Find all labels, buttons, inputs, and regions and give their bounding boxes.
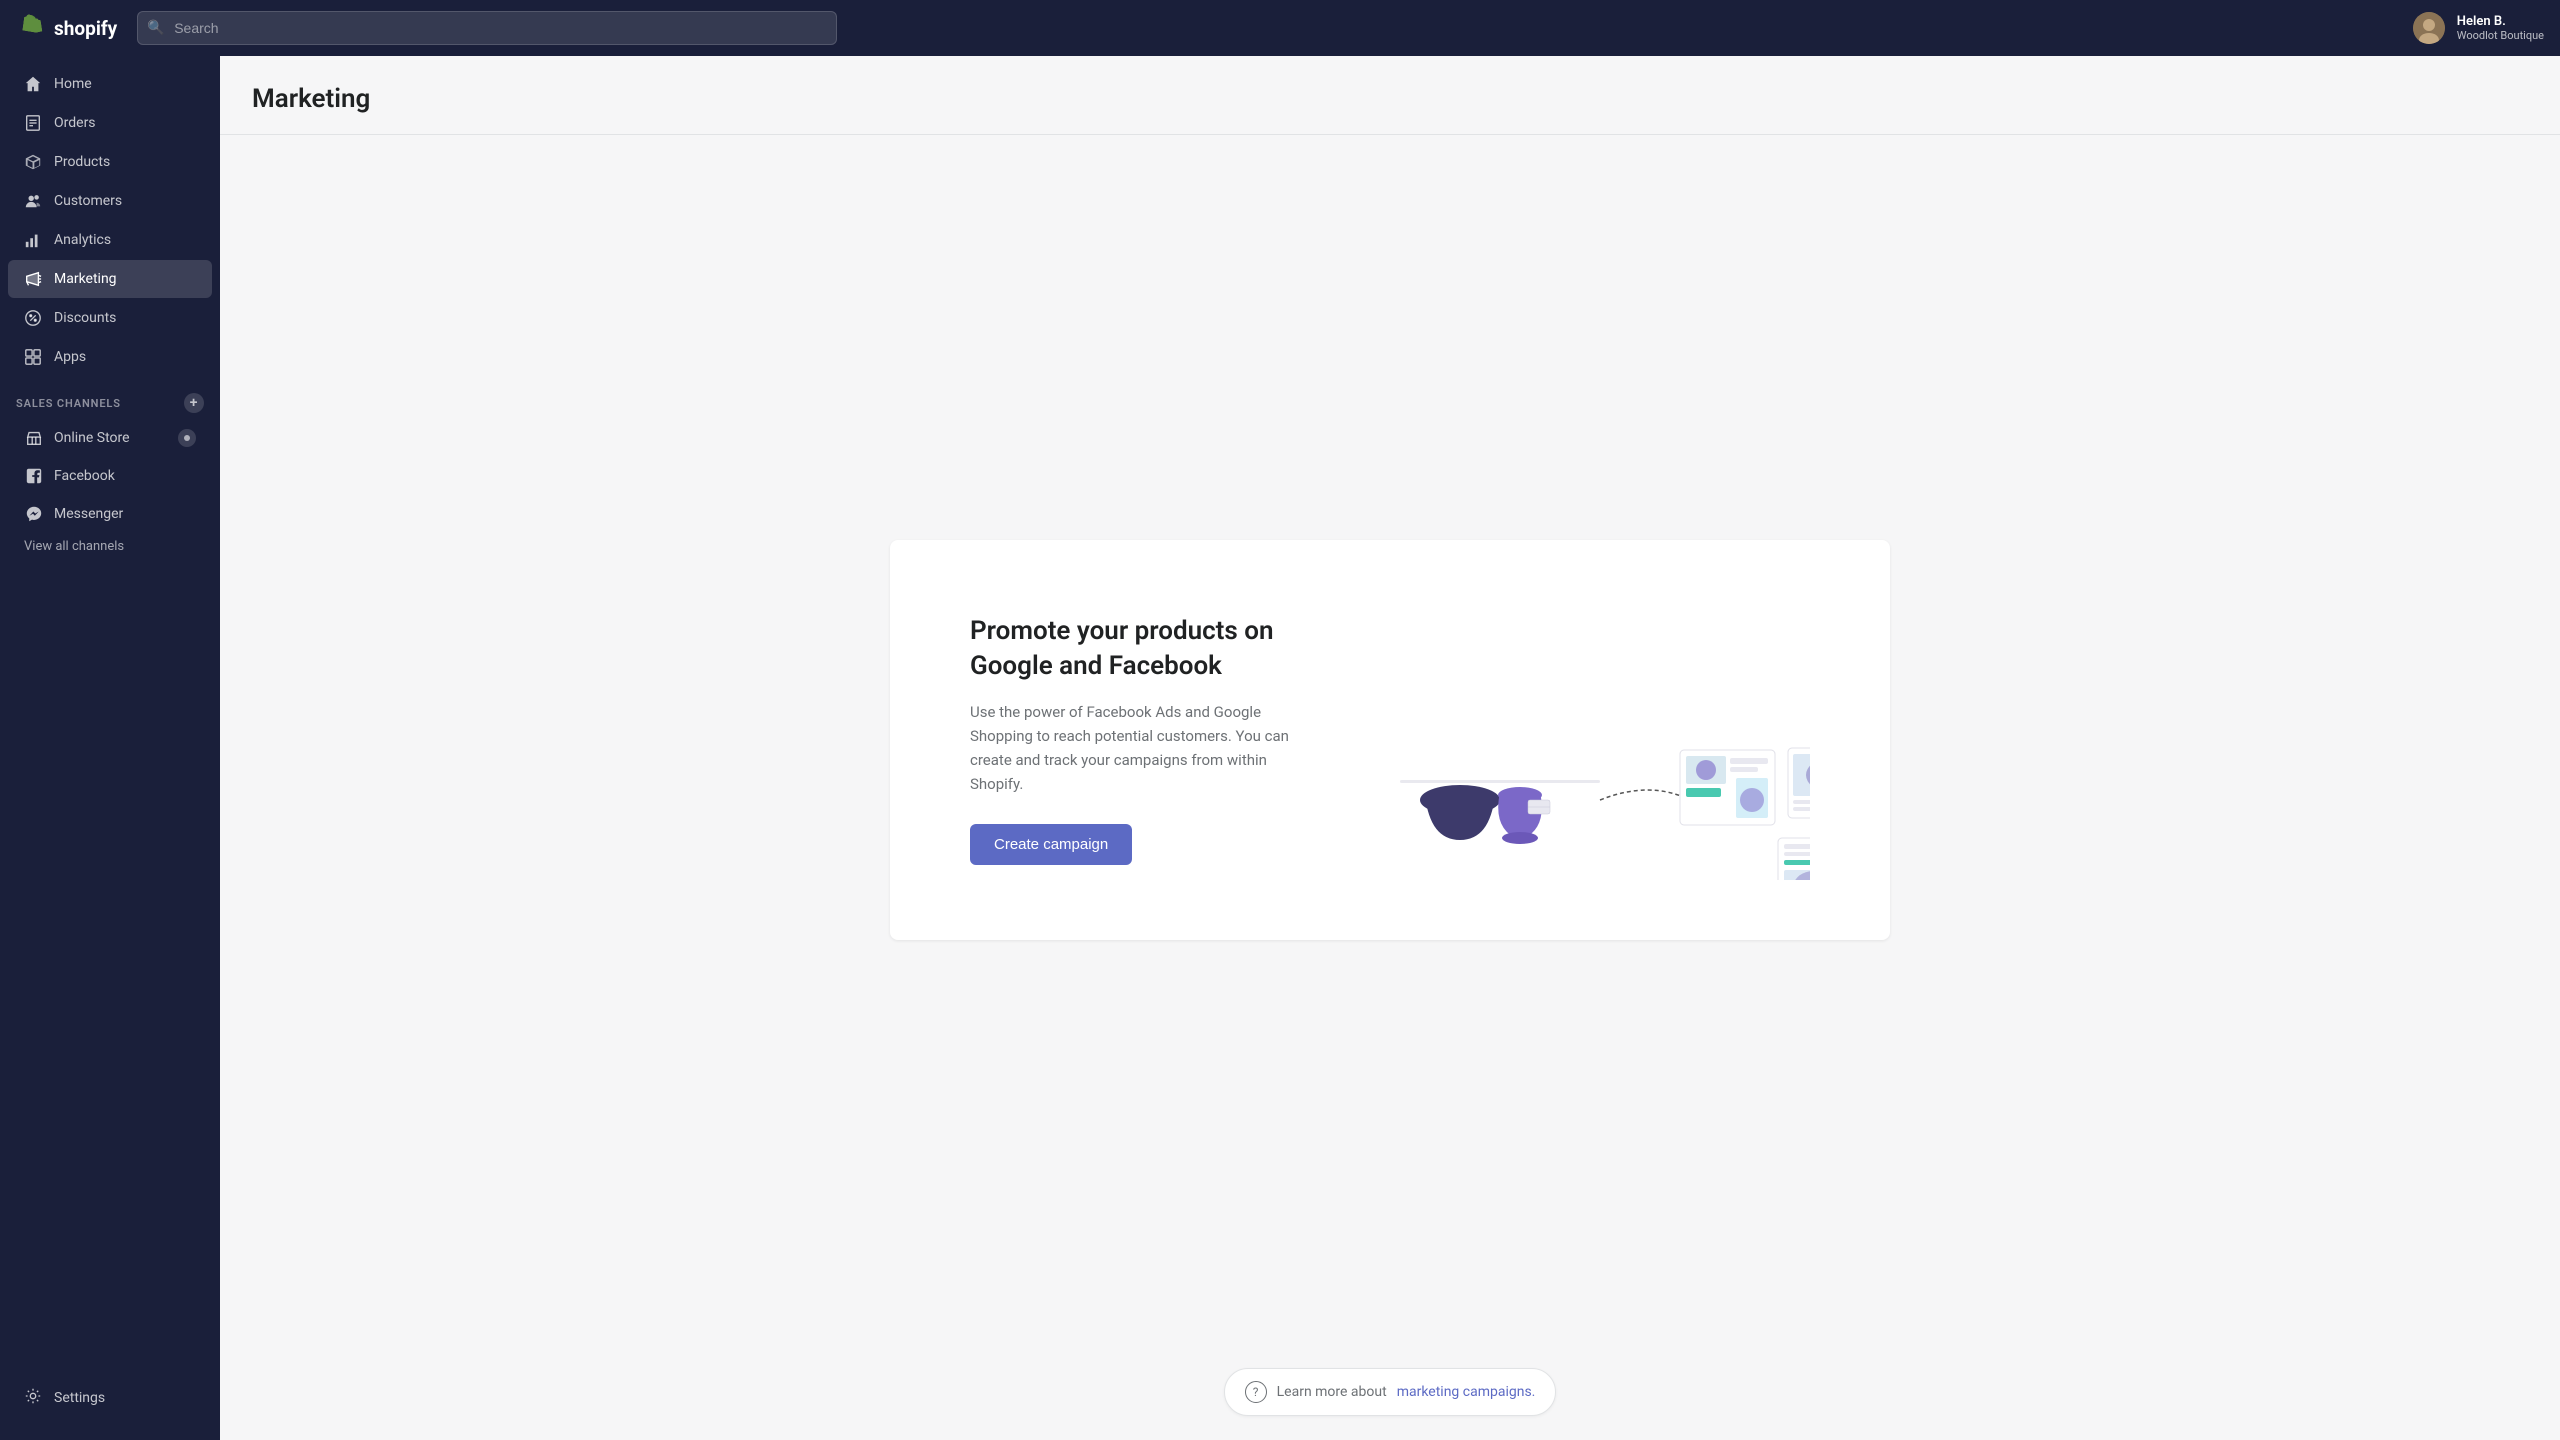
marketing-icon <box>24 270 42 288</box>
user-name: Helen B. <box>2457 14 2544 29</box>
sidebar-item-settings[interactable]: Settings <box>8 1377 212 1419</box>
store-icon <box>24 428 44 448</box>
search-input[interactable] <box>137 11 837 45</box>
sidebar-item-home[interactable]: Home <box>8 65 212 103</box>
promo-headline: Promote your products on Google and Face… <box>970 614 1290 684</box>
sidebar-item-facebook[interactable]: Facebook <box>8 458 212 494</box>
info-pill: ? Learn more about marketing campaigns. <box>1224 1368 1557 1416</box>
promo-text: Promote your products on Google and Face… <box>970 614 1290 865</box>
home-icon <box>24 75 42 93</box>
promo-illustration <box>1370 600 1810 880</box>
logo-text: shopify <box>54 17 117 40</box>
info-text: Learn more about <box>1277 1384 1387 1400</box>
messenger-label: Messenger <box>54 506 123 522</box>
search-bar: 🔍 <box>137 11 837 45</box>
create-campaign-button[interactable]: Create campaign <box>970 824 1132 865</box>
view-all-channels-link[interactable]: View all channels <box>8 533 212 560</box>
settings-label: Settings <box>54 1390 105 1406</box>
sidebar-item-home-label: Home <box>54 76 92 92</box>
marketing-campaigns-link[interactable]: marketing campaigns. <box>1397 1384 1536 1400</box>
customers-icon <box>24 192 42 210</box>
user-profile[interactable]: Helen B. Woodlot Boutique <box>2413 12 2544 44</box>
shopify-logo: shopify <box>16 13 117 43</box>
products-icon <box>24 153 42 171</box>
messenger-icon <box>24 504 44 524</box>
layout: Home Orders <box>0 56 2560 1440</box>
main-content: Marketing Promote your products on Googl… <box>220 56 2560 1440</box>
sidebar-item-orders[interactable]: Orders <box>8 104 212 142</box>
settings-icon <box>24 1387 42 1409</box>
sidebar-item-marketing-label: Marketing <box>54 271 117 287</box>
sidebar-item-apps[interactable]: Apps <box>8 338 212 376</box>
sidebar-item-analytics-label: Analytics <box>54 232 111 248</box>
facebook-label: Facebook <box>54 468 115 484</box>
sidebar-item-customers-label: Customers <box>54 193 122 209</box>
discounts-icon <box>24 309 42 327</box>
page-title: Marketing <box>252 84 2528 114</box>
user-store: Woodlot Boutique <box>2457 29 2544 42</box>
sidebar: Home Orders <box>0 56 220 1440</box>
facebook-icon <box>24 466 44 486</box>
help-icon: ? <box>1245 1381 1267 1403</box>
sidebar-item-discounts-label: Discounts <box>54 310 116 326</box>
sidebar-item-messenger[interactable]: Messenger <box>8 496 212 532</box>
sidebar-item-analytics[interactable]: Analytics <box>8 221 212 259</box>
sidebar-item-online-store[interactable]: Online Store <box>8 420 212 456</box>
promo-description: Use the power of Facebook Ads and Google… <box>970 700 1290 796</box>
sidebar-item-apps-label: Apps <box>54 349 86 365</box>
search-icon: 🔍 <box>147 20 164 36</box>
bottom-bar: ? Learn more about marketing campaigns. <box>220 1344 2560 1440</box>
online-store-label: Online Store <box>54 430 130 446</box>
orders-icon <box>24 114 42 132</box>
sidebar-item-marketing[interactable]: Marketing <box>8 260 212 298</box>
promo-card: Promote your products on Google and Face… <box>890 540 1890 940</box>
sidebar-item-products[interactable]: Products <box>8 143 212 181</box>
sidebar-item-discounts[interactable]: Discounts <box>8 299 212 337</box>
sidebar-item-customers[interactable]: Customers <box>8 182 212 220</box>
apps-icon <box>24 348 42 366</box>
add-channel-button[interactable]: + <box>184 393 204 413</box>
promo-section: Promote your products on Google and Face… <box>220 135 2560 1344</box>
avatar <box>2413 12 2445 44</box>
page-header: Marketing <box>220 56 2560 135</box>
analytics-icon <box>24 231 42 249</box>
topnav: shopify 🔍 Helen B. Woodlot Boutique <box>0 0 2560 56</box>
sidebar-item-orders-label: Orders <box>54 115 96 131</box>
sidebar-item-products-label: Products <box>54 154 110 170</box>
online-store-badge <box>178 429 196 447</box>
sales-channels-section: SALES CHANNELS + <box>0 377 220 419</box>
user-info: Helen B. Woodlot Boutique <box>2457 14 2544 42</box>
